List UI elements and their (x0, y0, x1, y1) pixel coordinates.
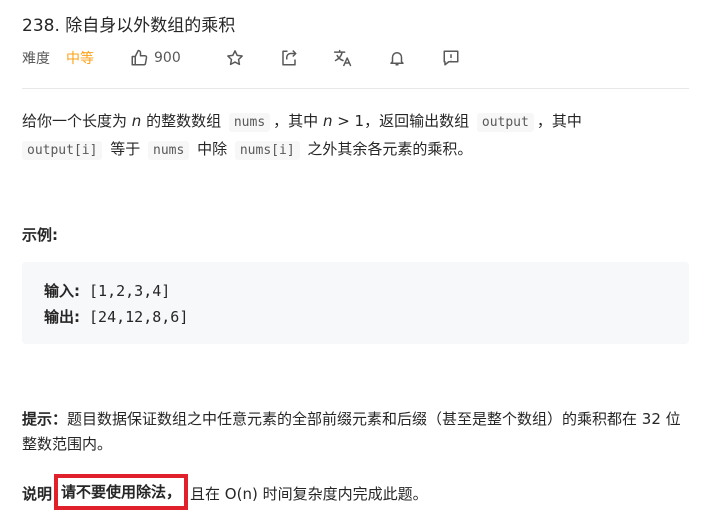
translate-icon (333, 49, 351, 67)
share-button[interactable] (277, 46, 301, 70)
translate-button[interactable] (331, 46, 355, 70)
output-label: 输出: (44, 308, 80, 326)
favorite-button[interactable] (223, 46, 247, 70)
output-value: [24,12,8,6] (80, 308, 189, 326)
input-label: 输入: (44, 282, 80, 300)
like-count: 900 (154, 50, 181, 66)
difficulty-label: 难度 (22, 51, 50, 67)
code-nums: nums (148, 141, 190, 160)
like-button[interactable]: 900 (130, 49, 181, 67)
bell-icon (389, 52, 404, 66)
desc-text: > 1，返回输出数组 (332, 112, 474, 130)
problem-meta-bar: 难度 中等 900 (22, 46, 463, 70)
hint-label: 提示： (22, 410, 68, 428)
hint-paragraph: 提示：题目数据保证数组之中任意元素的全部前缀元素和后缀（甚至是整个数组）的乘积都… (22, 407, 694, 457)
problem-description: 给你一个长度为 n 的整数数组 nums ，其中 n > 1，返回输出数组 out… (22, 108, 692, 164)
note-text: 且在 O(n) 时间复杂度内完成此题。 (190, 485, 428, 503)
note-paragraph: 说明 请不要使用除法， 且在 O(n) 时间复杂度内完成此题。 (22, 474, 428, 512)
description-paragraph: 给你一个长度为 n 的整数数组 nums ，其中 n > 1，返回输出数组 out… (22, 108, 692, 164)
code-output: output (476, 113, 534, 132)
desc-text: 给你一个长度为 (22, 112, 132, 130)
thumbs-up-icon (131, 49, 148, 66)
feedback-button[interactable] (439, 46, 463, 70)
share-icon (281, 49, 297, 66)
notification-button[interactable] (385, 46, 409, 70)
note-highlight: 请不要使用除法， (61, 483, 182, 501)
example-heading: 示例: (22, 226, 58, 244)
desc-text: 的整数数组 (141, 112, 226, 130)
note-label: 说明 (22, 485, 53, 503)
code-output-i: output[i] (22, 141, 103, 160)
highlight-box: 请不要使用除法， (54, 474, 189, 510)
problem-title: 238. 除自身以外数组的乘积 (22, 16, 236, 36)
code-nums-i: nums[i] (234, 141, 300, 160)
divider (22, 88, 689, 89)
star-icon (226, 50, 243, 66)
code-nums: nums (228, 113, 271, 132)
report-icon (443, 50, 459, 66)
desc-text: 等于 (105, 140, 145, 158)
difficulty-badge: 中等 (66, 51, 94, 67)
desc-text: 中除 (192, 140, 232, 158)
var-n: n (131, 112, 142, 130)
hint-text: 题目数据保证数组之中任意元素的全部前缀元素和后缀（甚至是整个数组）的乘积都在 3… (22, 410, 681, 453)
input-value: [1,2,3,4] (80, 282, 171, 300)
example-block: 输入: [1,2,3,4] 输出: [24,12,8,6] (22, 262, 689, 344)
desc-text: 之外其余各元素的乘积。 (302, 140, 473, 158)
desc-text: ，其中 (536, 112, 582, 130)
desc-text: ，其中 (273, 112, 323, 130)
